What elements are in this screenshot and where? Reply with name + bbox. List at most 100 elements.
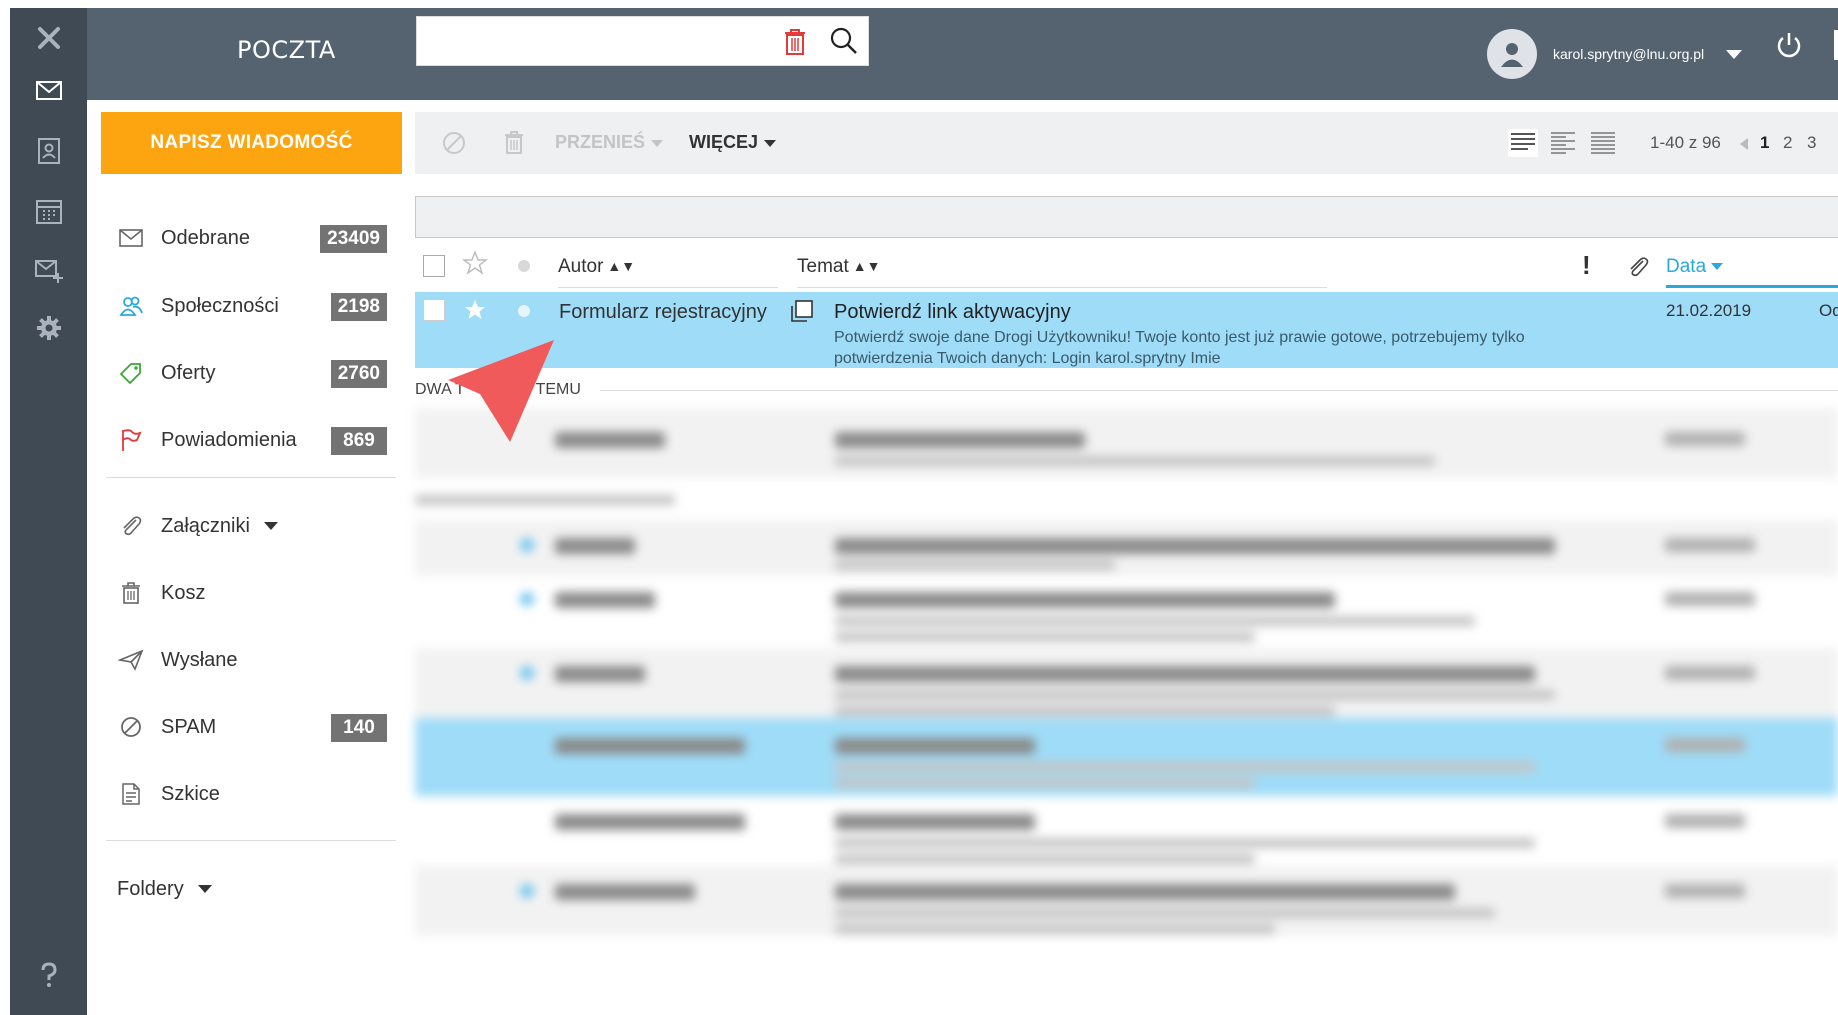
help-icon[interactable] (10, 945, 87, 1005)
user-email: karol.sprytny@lnu.org.pl (1553, 46, 1705, 62)
logout-power-icon[interactable] (1774, 30, 1804, 60)
select-all-checkbox[interactable] (423, 255, 445, 277)
app-title: POCZTA (237, 36, 336, 64)
calendar-icon[interactable] (10, 181, 87, 241)
paperclip-icon (117, 512, 145, 540)
list-item (415, 490, 1838, 510)
subject-column-header[interactable]: Temat ▲▼ (797, 256, 880, 278)
email-author: Formularz rejestracyjny (559, 301, 767, 323)
attachment-column-paperclip-icon[interactable] (1625, 254, 1651, 280)
email-date: 21.02.2019 (1666, 301, 1752, 320)
email-row-selected[interactable]: Formularz rejestracyjny Potwierdź link a… (415, 292, 1838, 368)
chevron-down-icon (1711, 263, 1724, 271)
sidebar-item-label: Powiadomienia (161, 428, 297, 451)
sidebar-item-label: Załączniki (161, 514, 250, 537)
more-button[interactable]: WIĘCEJ (689, 132, 777, 153)
chevron-down-icon (764, 139, 777, 147)
sidebar-item-label: Szkice (161, 782, 220, 805)
sort-icon: ▲▼ (607, 258, 636, 274)
chevron-down-icon[interactable] (197, 885, 212, 893)
email-subject: Potwierdź link aktywacyjny (834, 301, 1071, 323)
mail-icon[interactable] (10, 60, 87, 120)
delete-icon[interactable] (500, 129, 528, 157)
sidebar-item-szkice[interactable]: Szkice (101, 774, 391, 814)
user-icon (1501, 43, 1523, 67)
author-column-header[interactable]: Autor ▲▼ (558, 256, 635, 278)
draft-icon (117, 780, 145, 808)
flag-icon (117, 426, 145, 454)
sidebar-item-spolecznosci[interactable]: Społeczności 2198 (101, 286, 391, 326)
chevron-down-icon[interactable] (1726, 49, 1743, 59)
sidebar-item-zalaczniki[interactable]: Załączniki (101, 506, 391, 546)
filter-bar[interactable] (415, 196, 1838, 238)
divider-line (600, 390, 1838, 391)
sidebar-item-label: Odebrane (161, 226, 250, 249)
author-header-label: Autor (558, 256, 604, 277)
close-icon[interactable] (10, 8, 87, 68)
header-underline (558, 287, 778, 288)
list-item (415, 796, 1838, 866)
move-button[interactable]: PRZENIEŚ (555, 132, 664, 153)
sidebar-item-label: Społeczności (161, 294, 279, 317)
sidebar-item-odebrane[interactable]: Odebrane 23409 (101, 218, 391, 258)
thread-copy-icon[interactable] (787, 298, 815, 326)
trash-icon (117, 579, 145, 607)
folders-toggle[interactable]: Foldery (101, 869, 391, 909)
move-label: PRZENIEŚ (555, 132, 646, 152)
page-link-2[interactable]: 2 (1783, 133, 1792, 153)
list-item (415, 520, 1838, 576)
date-header-label: Data (1666, 256, 1707, 277)
clear-search-trash-icon[interactable] (782, 27, 808, 57)
message-list-header: Autor ▲▼ Temat ▲▼ ! Data (415, 248, 1838, 288)
block-icon[interactable] (440, 129, 468, 157)
page-range: 1-40 z 96 (1650, 133, 1721, 152)
time-group-divider: DWA TE TEMU (415, 380, 1838, 402)
read-status-dot-icon[interactable] (518, 260, 530, 272)
row-checkbox[interactable] (423, 299, 445, 321)
importance-column-header[interactable]: ! (1582, 250, 1591, 281)
list-item (415, 576, 1838, 648)
view-preview-icon[interactable] (1548, 129, 1578, 157)
list-item (415, 408, 1838, 478)
view-list-icon[interactable] (1588, 129, 1618, 157)
date-column-header[interactable]: Data (1666, 256, 1724, 278)
view-compact-icon[interactable] (1508, 129, 1538, 157)
sidebar-item-spam[interactable]: SPAM 140 (101, 707, 391, 747)
star-icon[interactable] (463, 298, 487, 322)
people-icon (117, 292, 145, 320)
page-link-3[interactable]: 3 (1807, 133, 1816, 153)
active-sort-underline (1666, 285, 1838, 288)
folders-label: Foldery (117, 877, 184, 900)
chevron-down-icon[interactable] (263, 522, 278, 530)
cut-off-control (1834, 30, 1838, 60)
sidebar-item-oferty[interactable]: Oferty 2760 (101, 353, 391, 393)
compose-button[interactable]: NAPISZ WIADOMOŚĆ (101, 112, 402, 174)
contacts-icon[interactable] (10, 121, 87, 181)
list-item (415, 718, 1838, 796)
read-status-dot-icon[interactable] (518, 305, 530, 317)
subject-header-label: Temat (797, 256, 849, 277)
previous-page-icon[interactable] (1740, 138, 1748, 150)
page-link-1[interactable]: 1 (1760, 133, 1769, 153)
unread-count-badge: 2760 (330, 360, 387, 388)
sidebar-item-kosz[interactable]: Kosz (101, 573, 391, 613)
avatar (1487, 29, 1537, 79)
sort-icon: ▲▼ (852, 258, 881, 274)
search-input[interactable] (416, 16, 869, 66)
new-mail-icon[interactable] (10, 240, 87, 300)
email-extra-column: Od (1819, 301, 1838, 320)
search-icon[interactable] (829, 26, 859, 56)
sidebar-item-powiadomienia[interactable]: Powiadomienia 869 (101, 420, 391, 460)
email-preview: Potwierdź swoje dane Drogi Użytkowniku! … (834, 329, 1525, 367)
user-menu[interactable]: karol.sprytny@lnu.org.pl (1487, 26, 1743, 82)
tag-icon (117, 359, 145, 387)
unread-count-badge: 140 (331, 714, 387, 742)
list-item (415, 866, 1838, 936)
star-icon[interactable] (462, 250, 488, 276)
unread-count-badge: 869 (331, 427, 387, 455)
settings-gear-icon[interactable] (10, 298, 87, 358)
envelope-icon (117, 224, 145, 252)
sidebar-item-wyslane[interactable]: Wysłane (101, 640, 391, 680)
chevron-down-icon (651, 139, 664, 147)
top-bar: POCZTA karol.sprytny@lnu.org.pl (87, 8, 1838, 100)
